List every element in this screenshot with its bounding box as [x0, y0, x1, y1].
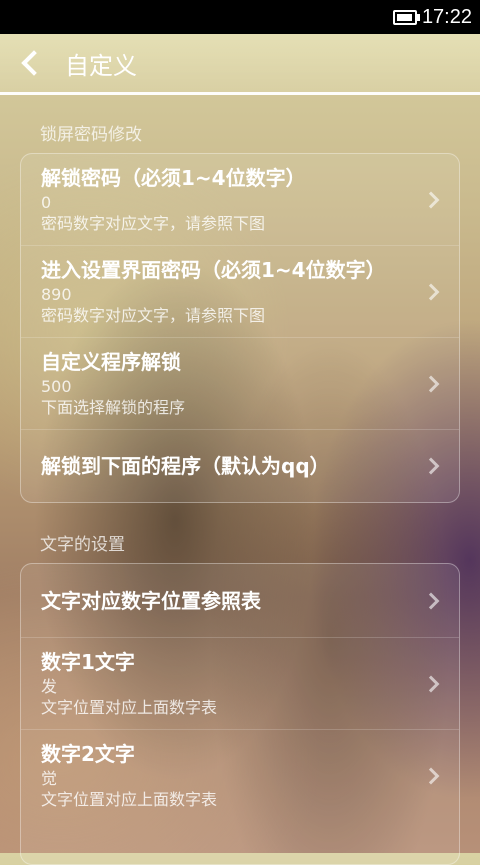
settings-password-item[interactable]: 进入设置界面密码（必须1~4位数字） 890 密码数字对应文字，请参照下图: [21, 246, 459, 338]
section-title-lock-password: 锁屏密码修改: [40, 125, 142, 145]
item-title: 数字1文字: [41, 649, 135, 674]
status-time: 17:22: [421, 5, 472, 28]
item-description: 文字位置对应上面数字表: [41, 697, 218, 717]
chevron-right-icon: [422, 767, 440, 785]
chevron-right-icon: [422, 457, 440, 475]
text-number-reference-item[interactable]: 文字对应数字位置参照表: [21, 564, 459, 638]
item-title: 数字2文字: [41, 742, 135, 766]
unlock-to-app-item[interactable]: 解锁到下面的程序（默认为qq）: [21, 430, 459, 502]
chevron-right-icon: [422, 592, 440, 609]
page-title: 自定义: [65, 51, 137, 80]
custom-app-unlock-item[interactable]: 自定义程序解锁 500 下面选择解锁的程序: [21, 338, 459, 430]
section-title-text-settings: 文字的设置: [40, 535, 125, 555]
number-1-text-item[interactable]: 数字1文字 发 文字位置对应上面数字表: [21, 638, 459, 730]
app-header: 自定义: [0, 34, 480, 95]
unlock-password-item[interactable]: 解锁密码（必须1~4位数字） 0 密码数字对应文字，请参照下图: [21, 154, 459, 246]
number-2-text-item[interactable]: 数字2文字 觉 文字位置对应上面数字表: [21, 730, 459, 822]
settings-card-text: 文字对应数字位置参照表 数字1文字 发 文字位置对应上面数字表 数字2文字 觉 …: [20, 563, 460, 865]
chevron-right-icon: [422, 375, 440, 392]
status-bar: 17:22: [0, 0, 480, 34]
item-title: 解锁到下面的程序（默认为qq）: [41, 454, 330, 478]
item-title: 文字对应数字位置参照表: [41, 588, 261, 613]
chevron-right-icon: [422, 283, 440, 300]
item-value: 0: [41, 192, 52, 212]
item-description: 密码数字对应文字，请参照下图: [41, 305, 266, 325]
item-title: 解锁密码（必须1~4位数字）: [41, 165, 306, 190]
item-description: 文字位置对应上面数字表: [41, 790, 218, 809]
item-title: 自定义程序解锁: [41, 349, 181, 374]
item-value: 500: [41, 376, 72, 396]
item-title: 进入设置界面密码（必须1~4位数字）: [41, 257, 386, 282]
item-value: 890: [41, 284, 72, 304]
item-description: 下面选择解锁的程序: [41, 397, 186, 417]
settings-card-lock-password: 解锁密码（必须1~4位数字） 0 密码数字对应文字，请参照下图 进入设置界面密码…: [20, 153, 460, 503]
chevron-right-icon: [422, 675, 440, 692]
battery-icon: [392, 9, 420, 25]
chevron-right-icon: [422, 191, 440, 208]
item-value: 觉: [41, 769, 58, 788]
item-value: 发: [41, 676, 58, 696]
item-description: 密码数字对应文字，请参照下图: [41, 213, 266, 233]
back-icon[interactable]: [21, 50, 47, 76]
